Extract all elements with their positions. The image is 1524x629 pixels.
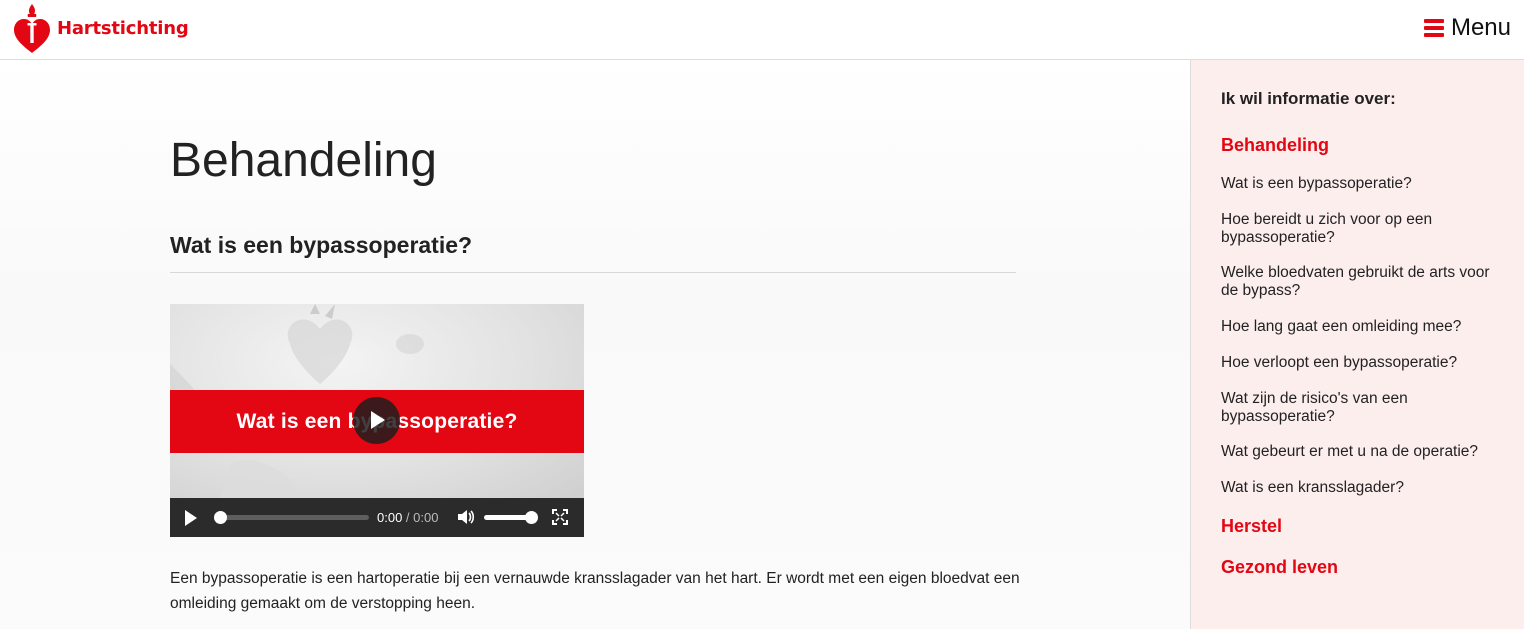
time-display: 0:00 / 0:00 [377, 510, 438, 525]
video-poster[interactable]: Wat is een bypassoperatie? [170, 304, 584, 498]
play-button[interactable] [185, 510, 197, 526]
current-time: 0:00 [377, 510, 403, 525]
fullscreen-icon[interactable] [552, 509, 568, 525]
sidebar-link[interactable]: Wat zijn de risico's van een bypassopera… [1221, 390, 1501, 426]
progress-slider[interactable] [214, 511, 369, 524]
sidebar-link[interactable]: Welke bloedvaten gebruikt de arts voor d… [1221, 264, 1501, 300]
volume-knob[interactable] [525, 511, 538, 524]
sidebar-category-gezond-leven[interactable]: Gezond leven [1221, 557, 1338, 578]
logo-link[interactable]: Hartstichting [12, 2, 189, 54]
video-player[interactable]: Wat is een bypassoperatie? 0:00 / 0:00 [170, 304, 584, 537]
sidebar-category-behandeling[interactable]: Behandeling [1221, 135, 1329, 156]
sidebar-link[interactable]: Wat is een kransslagader? [1221, 479, 1501, 497]
sidebar-link[interactable]: Wat is een bypassoperatie? [1221, 175, 1501, 193]
hamburger-icon [1423, 19, 1444, 37]
video-controls: 0:00 / 0:00 [170, 498, 584, 537]
page-title: Behandeling [170, 134, 437, 187]
menu-button[interactable]: Menu [1423, 14, 1511, 42]
sidebar: Ik wil informatie over: Behandeling Wat … [1190, 60, 1524, 629]
sidebar-heading: Ik wil informatie over: [1221, 89, 1396, 108]
sidebar-link[interactable]: Hoe lang gaat een omleiding mee? [1221, 318, 1501, 336]
main-content: Behandeling Wat is een bypassoperatie? W… [0, 60, 1190, 629]
sidebar-category-herstel[interactable]: Herstel [1221, 516, 1282, 537]
duration: 0:00 [413, 510, 439, 525]
play-icon [371, 411, 385, 429]
menu-label: Menu [1450, 14, 1511, 41]
logo-text: Hartstichting [57, 17, 189, 39]
divider [170, 272, 1016, 273]
time-separator: / [402, 510, 414, 525]
heart-torch-logo-icon [14, 4, 50, 53]
volume-icon[interactable] [457, 509, 475, 525]
sidebar-link[interactable]: Hoe bereidt u zich voor op een bypassope… [1221, 211, 1501, 247]
sidebar-link[interactable]: Hoe verloopt een bypassoperatie? [1221, 354, 1501, 372]
intro-paragraph: Een bypassoperatie is een hartoperatie b… [170, 570, 1020, 612]
section-title: Wat is een bypassoperatie? [170, 232, 473, 258]
sidebar-link[interactable]: Wat gebeurt er met u na de operatie? [1221, 443, 1501, 461]
big-play-button[interactable] [353, 397, 400, 444]
progress-knob[interactable] [214, 511, 227, 524]
site-header: Hartstichting Menu [0, 0, 1524, 60]
